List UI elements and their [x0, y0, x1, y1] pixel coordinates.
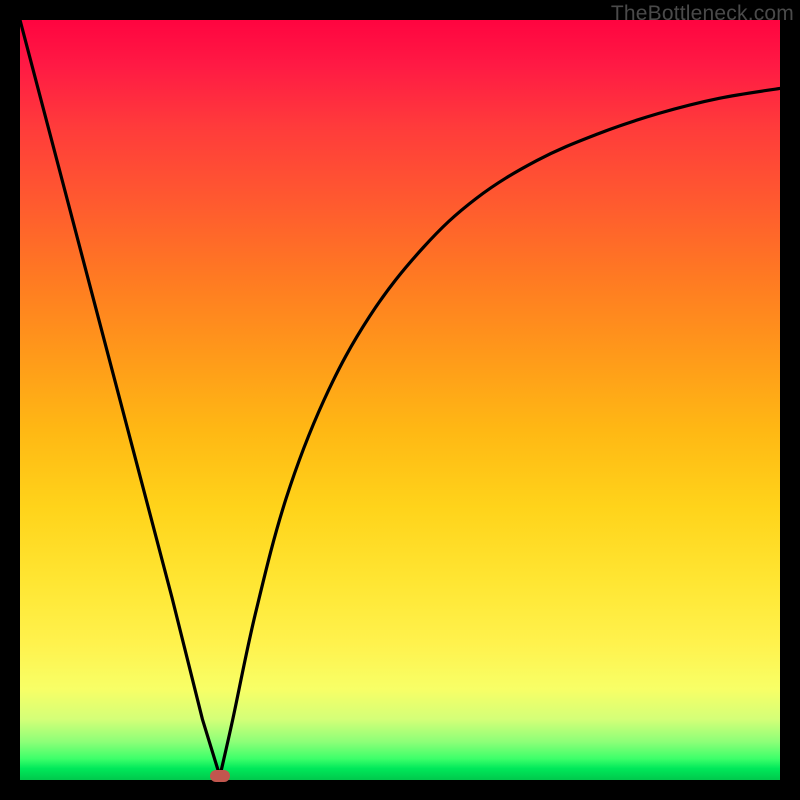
bottleneck-curve	[20, 20, 780, 780]
chart-frame	[20, 20, 780, 780]
minimum-marker	[210, 770, 230, 782]
